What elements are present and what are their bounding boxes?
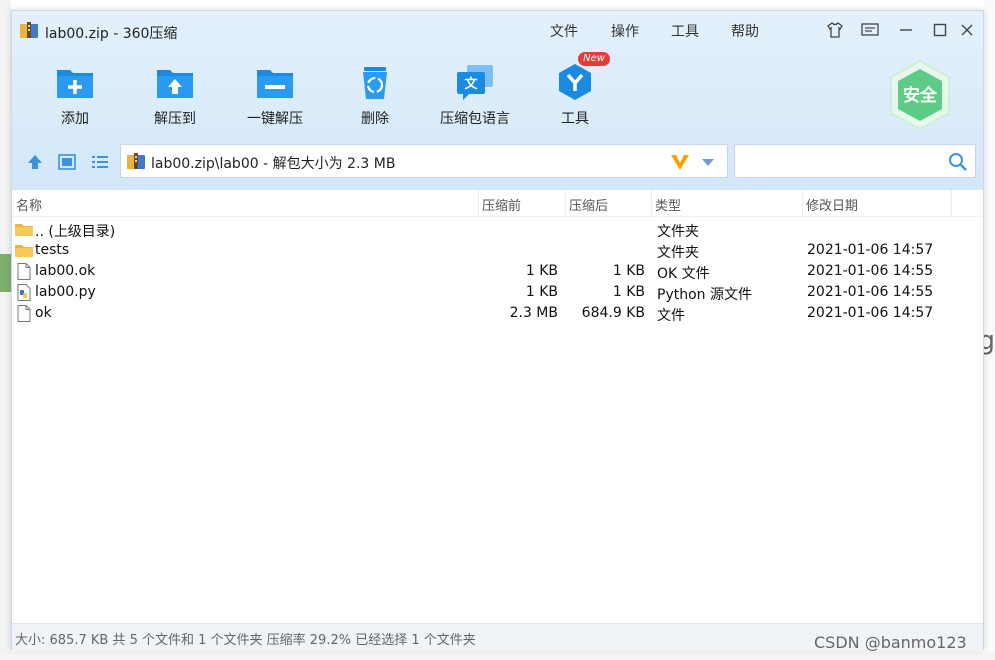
feedback-button[interactable] <box>859 19 881 41</box>
list-item-lab00-py[interactable]: lab00.py 1 KB 1 KB Python 源文件 2021-01-06… <box>12 282 983 303</box>
zip-archive-icon <box>127 153 145 169</box>
column-divider[interactable] <box>802 190 803 216</box>
delete-button[interactable]: 删除 <box>330 59 420 131</box>
extract-folder-icon <box>157 70 193 98</box>
close-icon <box>961 24 973 36</box>
python-file-icon <box>17 284 31 301</box>
column-divider[interactable] <box>951 190 952 216</box>
background-green-block <box>0 254 11 292</box>
window-header: lab00.zip - 360压缩 文件 操作 工具 帮助 添加 解压到 一键解… <box>12 11 983 190</box>
address-path: lab00.zip\lab00 - 解包大小为 2.3 MB <box>151 156 396 172</box>
window-title: lab00.zip - 360压缩 <box>45 26 178 42</box>
address-bar[interactable]: lab00.zip\lab00 - 解包大小为 2.3 MB <box>120 144 728 178</box>
minimize-icon <box>900 29 912 31</box>
security-badge-label: 安全 <box>903 85 938 106</box>
column-type[interactable]: 类型 <box>655 195 681 214</box>
shirt-icon <box>827 22 843 38</box>
close-button[interactable] <box>956 19 978 41</box>
one-click-extract-label: 一键解压 <box>247 111 303 127</box>
skin-button[interactable] <box>824 19 846 41</box>
arrow-up-icon <box>28 155 42 169</box>
menu-tools[interactable]: 工具 <box>671 21 699 41</box>
column-compressed-before[interactable]: 压缩前 <box>482 195 521 214</box>
minimize-button[interactable] <box>895 19 917 41</box>
one-click-extract-button[interactable]: 一键解压 <box>230 59 320 131</box>
background-page-left <box>0 0 11 660</box>
list-item-parent-dir[interactable]: .. (上级目录) 文件夹 <box>12 219 983 240</box>
list-item-lab00-ok[interactable]: lab00.ok 1 KB 1 KB OK 文件 2021-01-06 14:5… <box>12 261 983 282</box>
svg-text:文: 文 <box>464 76 478 92</box>
folder-icon <box>15 245 33 257</box>
column-modified[interactable]: 修改日期 <box>806 195 858 214</box>
thumbnail-view-icon <box>58 154 76 170</box>
list-view-icon <box>92 156 108 168</box>
new-badge: New <box>578 52 610 66</box>
column-divider[interactable] <box>651 190 652 216</box>
folder-icon <box>15 224 33 236</box>
security-shield-icon[interactable]: 安全 <box>887 59 953 131</box>
column-divider[interactable] <box>565 190 566 216</box>
search-icon[interactable] <box>948 152 968 172</box>
search-box <box>734 144 976 178</box>
status-text: 大小: 685.7 KB 共 5 个文件和 1 个文件夹 压缩率 29.2% 已… <box>15 633 476 648</box>
maximize-button[interactable] <box>929 19 951 41</box>
tools-button[interactable]: 工具 <box>530 59 620 131</box>
tools-label: 工具 <box>561 111 589 127</box>
add-label: 添加 <box>61 111 89 127</box>
thumbnail-view-button[interactable] <box>55 151 79 173</box>
message-icon <box>861 23 879 36</box>
one-click-folder-icon <box>257 70 293 98</box>
extract-to-button[interactable]: 解压到 <box>130 59 220 131</box>
menu-help[interactable]: 帮助 <box>731 21 759 41</box>
tools-hexagon-icon <box>559 64 591 100</box>
archive-language-button[interactable]: 文 压缩包语言 <box>430 59 520 131</box>
archive-window: lab00.zip - 360压缩 文件 操作 工具 帮助 添加 解压到 一键解… <box>11 10 984 650</box>
column-compressed-after[interactable]: 压缩后 <box>569 195 608 214</box>
add-folder-icon <box>57 70 93 98</box>
background-page-bottom <box>0 652 995 660</box>
archive-language-label: 压缩包语言 <box>440 111 510 127</box>
maximize-icon <box>933 23 947 37</box>
menu-file[interactable]: 文件 <box>550 21 578 41</box>
list-item-tests[interactable]: tests 文件夹 2021-01-06 14:57 <box>12 240 983 261</box>
extract-to-label: 解压到 <box>154 111 196 127</box>
chevron-down-icon[interactable] <box>701 158 715 167</box>
menu-operate[interactable]: 操作 <box>611 21 639 41</box>
zip-archive-icon <box>20 22 38 38</box>
column-name[interactable]: 名称 <box>16 195 42 214</box>
file-icon <box>17 305 31 322</box>
delete-label: 删除 <box>361 111 389 127</box>
verified-v-icon[interactable] <box>669 151 691 173</box>
list-item-ok[interactable]: ok 2.3 MB 684.9 KB 文件 2021-01-06 14:57 <box>12 303 983 324</box>
recycle-bin-icon <box>363 67 387 99</box>
column-divider[interactable] <box>478 190 479 216</box>
language-icon: 文 <box>457 65 493 100</box>
search-input[interactable] <box>741 151 945 173</box>
add-button[interactable]: 添加 <box>30 59 120 131</box>
file-icon <box>17 263 31 280</box>
up-level-button[interactable] <box>23 151 47 173</box>
watermark-text: CSDN @banmo123 <box>814 633 967 652</box>
column-header-row: 名称 压缩前 压缩后 类型 修改日期 <box>12 190 983 217</box>
file-list: .. (上级目录) 文件夹 tests 文件夹 2021-01-06 14:57… <box>12 219 983 324</box>
list-view-button[interactable] <box>88 151 112 173</box>
